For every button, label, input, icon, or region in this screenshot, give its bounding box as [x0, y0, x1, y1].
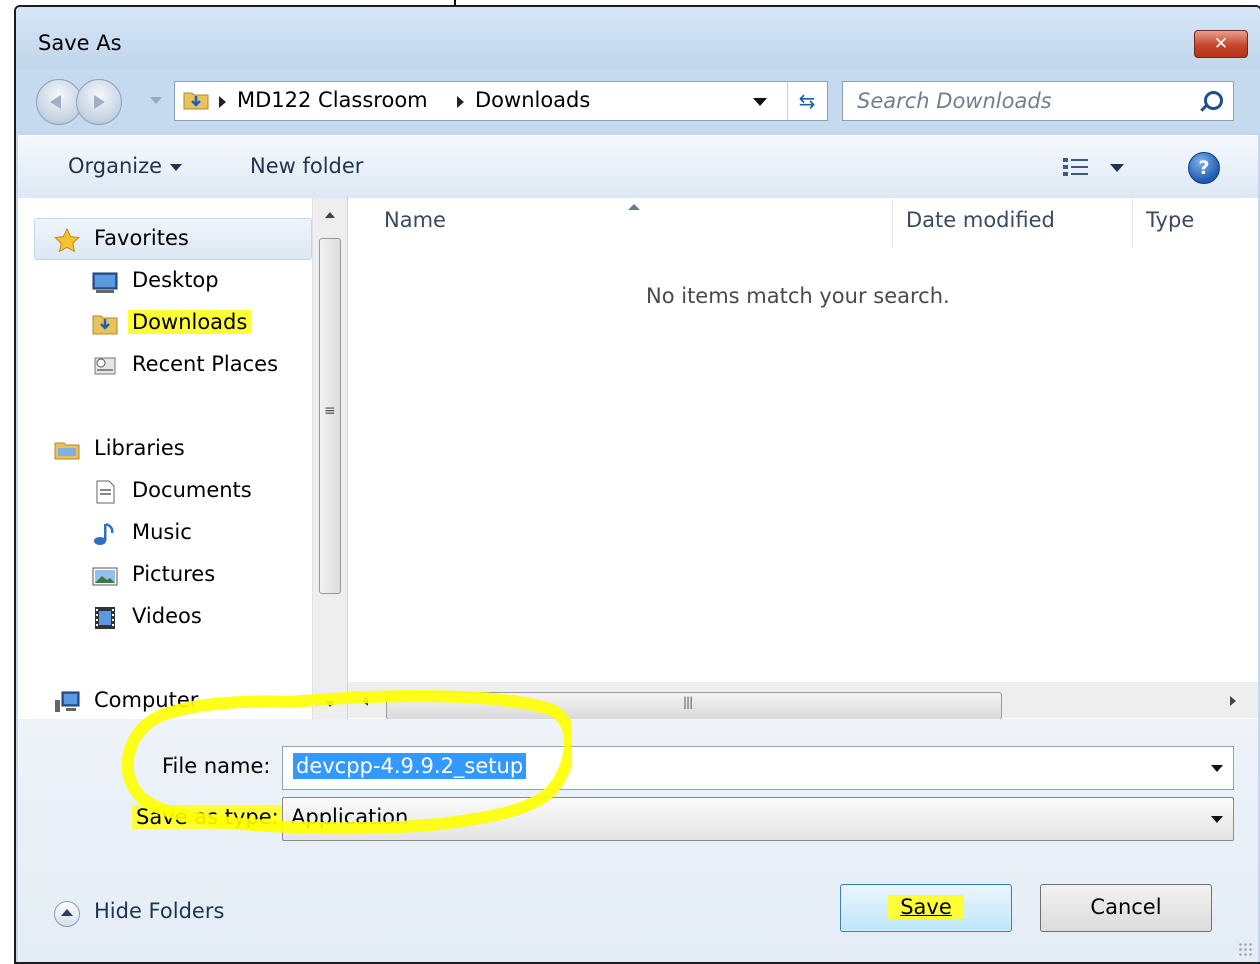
- save-options-panel: File name: devcpp-4.9.9.2_setup Save as …: [18, 719, 1258, 962]
- window-title: Save As: [38, 31, 122, 55]
- breadcrumb-chevron-icon[interactable]: [219, 96, 226, 108]
- save-button-label: Save: [888, 895, 964, 919]
- hide-folders-label: Hide Folders: [94, 899, 225, 923]
- resize-grip-icon[interactable]: [1238, 942, 1252, 956]
- scroll-left-icon[interactable]: [362, 696, 368, 706]
- help-icon[interactable]: ?: [1188, 152, 1220, 184]
- address-bar[interactable]: MD122 Classroom Downloads ⇆: [174, 81, 828, 121]
- column-divider[interactable]: [892, 198, 893, 248]
- pictures-icon: [92, 567, 118, 586]
- address-dropdown-icon[interactable]: [753, 98, 767, 106]
- scrollbar-thumb[interactable]: [386, 692, 1002, 720]
- search-placeholder: Search Downloads: [857, 89, 1052, 113]
- title-bar[interactable]: Save As ✕: [16, 7, 1260, 69]
- highlighter-mark: Save as type:: [132, 805, 283, 829]
- search-icon[interactable]: [1204, 91, 1223, 110]
- nav-downloads-label: Downloads: [128, 310, 252, 334]
- search-box[interactable]: Search Downloads: [842, 81, 1234, 121]
- forward-button[interactable]: [76, 79, 122, 125]
- file-list-horizontal-scrollbar[interactable]: [348, 682, 1258, 720]
- save-button[interactable]: Save: [840, 884, 1012, 932]
- save-as-type-select[interactable]: Application: [282, 797, 1234, 841]
- column-header-date-modified[interactable]: Date modified: [906, 208, 1055, 232]
- sort-ascending-icon: [628, 204, 640, 210]
- nav-computer-label: Computer: [94, 688, 199, 712]
- star-icon: [54, 228, 80, 252]
- new-folder-button[interactable]: New folder: [250, 154, 363, 178]
- highlighter-mark: Downloads: [128, 310, 252, 334]
- nav-recent-places-label: Recent Places: [132, 352, 279, 376]
- chevron-down-icon: [170, 163, 183, 171]
- organize-label: Organize: [68, 154, 163, 178]
- file-name-input[interactable]: devcpp-4.9.9.2_setup: [282, 746, 1234, 790]
- organize-menu[interactable]: Organize: [68, 154, 183, 178]
- documents-icon: [96, 480, 115, 504]
- chevron-down-icon[interactable]: [1211, 816, 1223, 823]
- scroll-up-icon[interactable]: [325, 212, 335, 218]
- change-view-icon[interactable]: [1062, 156, 1090, 178]
- desktop-icon: [92, 272, 118, 293]
- save-as-type-value: Application: [291, 805, 409, 829]
- column-header-name[interactable]: Name: [384, 208, 446, 232]
- column-divider[interactable]: [1132, 198, 1133, 248]
- save-as-dialog: Save As ✕ MD122 Classroom Downloads ⇆ Se…: [14, 5, 1260, 964]
- navigation-pane-scrollbar[interactable]: [312, 198, 347, 719]
- downloads-folder-icon: [92, 315, 118, 335]
- save-as-type-label: Save as type:: [132, 805, 283, 829]
- nav-libraries-label: Libraries: [94, 436, 185, 460]
- close-button[interactable]: ✕: [1194, 30, 1248, 58]
- chevron-down-icon[interactable]: [1211, 765, 1223, 772]
- downloads-folder-icon: [183, 92, 209, 110]
- refresh-icon[interactable]: ⇆: [787, 82, 826, 120]
- nav-desktop-label: Desktop: [132, 268, 219, 292]
- command-bar: Organize New folder ?: [18, 135, 1258, 199]
- nav-videos-label: Videos: [132, 604, 202, 628]
- recent-places-icon: [94, 357, 116, 375]
- view-options-dropdown-icon[interactable]: [1110, 164, 1124, 172]
- cancel-button[interactable]: Cancel: [1040, 884, 1212, 932]
- breadcrumb-md122-classroom[interactable]: MD122 Classroom: [237, 88, 428, 112]
- file-name-label: File name:: [162, 754, 271, 778]
- libraries-icon: [54, 442, 80, 460]
- scrollbar-thumb[interactable]: [319, 238, 341, 594]
- scroll-right-icon[interactable]: [1230, 696, 1236, 706]
- nav-pictures-label: Pictures: [132, 562, 216, 586]
- file-list: Name Date modified Type No items match y…: [348, 198, 1258, 720]
- music-icon: [94, 522, 114, 545]
- nav-favorites-label: Favorites: [94, 226, 189, 250]
- scroll-down-icon[interactable]: [325, 701, 335, 707]
- breadcrumb-chevron-icon[interactable]: [457, 96, 464, 108]
- chevron-up-circle-icon: [54, 901, 80, 927]
- file-name-selected-text: devcpp-4.9.9.2_setup: [293, 753, 527, 779]
- nav-documents-label: Documents: [132, 478, 252, 502]
- recent-pages-dropdown[interactable]: [150, 97, 162, 104]
- navigation-bar: MD122 Classroom Downloads ⇆ Search Downl…: [16, 69, 1260, 131]
- nav-music-label: Music: [132, 520, 192, 544]
- breadcrumb-downloads[interactable]: Downloads: [475, 88, 590, 112]
- column-header-type[interactable]: Type: [1146, 208, 1194, 232]
- videos-icon: [95, 607, 115, 629]
- empty-message: No items match your search.: [646, 284, 950, 308]
- computer-icon: [55, 691, 80, 712]
- navigation-pane: Favorites Desktop Downloads Recent Place…: [18, 198, 328, 719]
